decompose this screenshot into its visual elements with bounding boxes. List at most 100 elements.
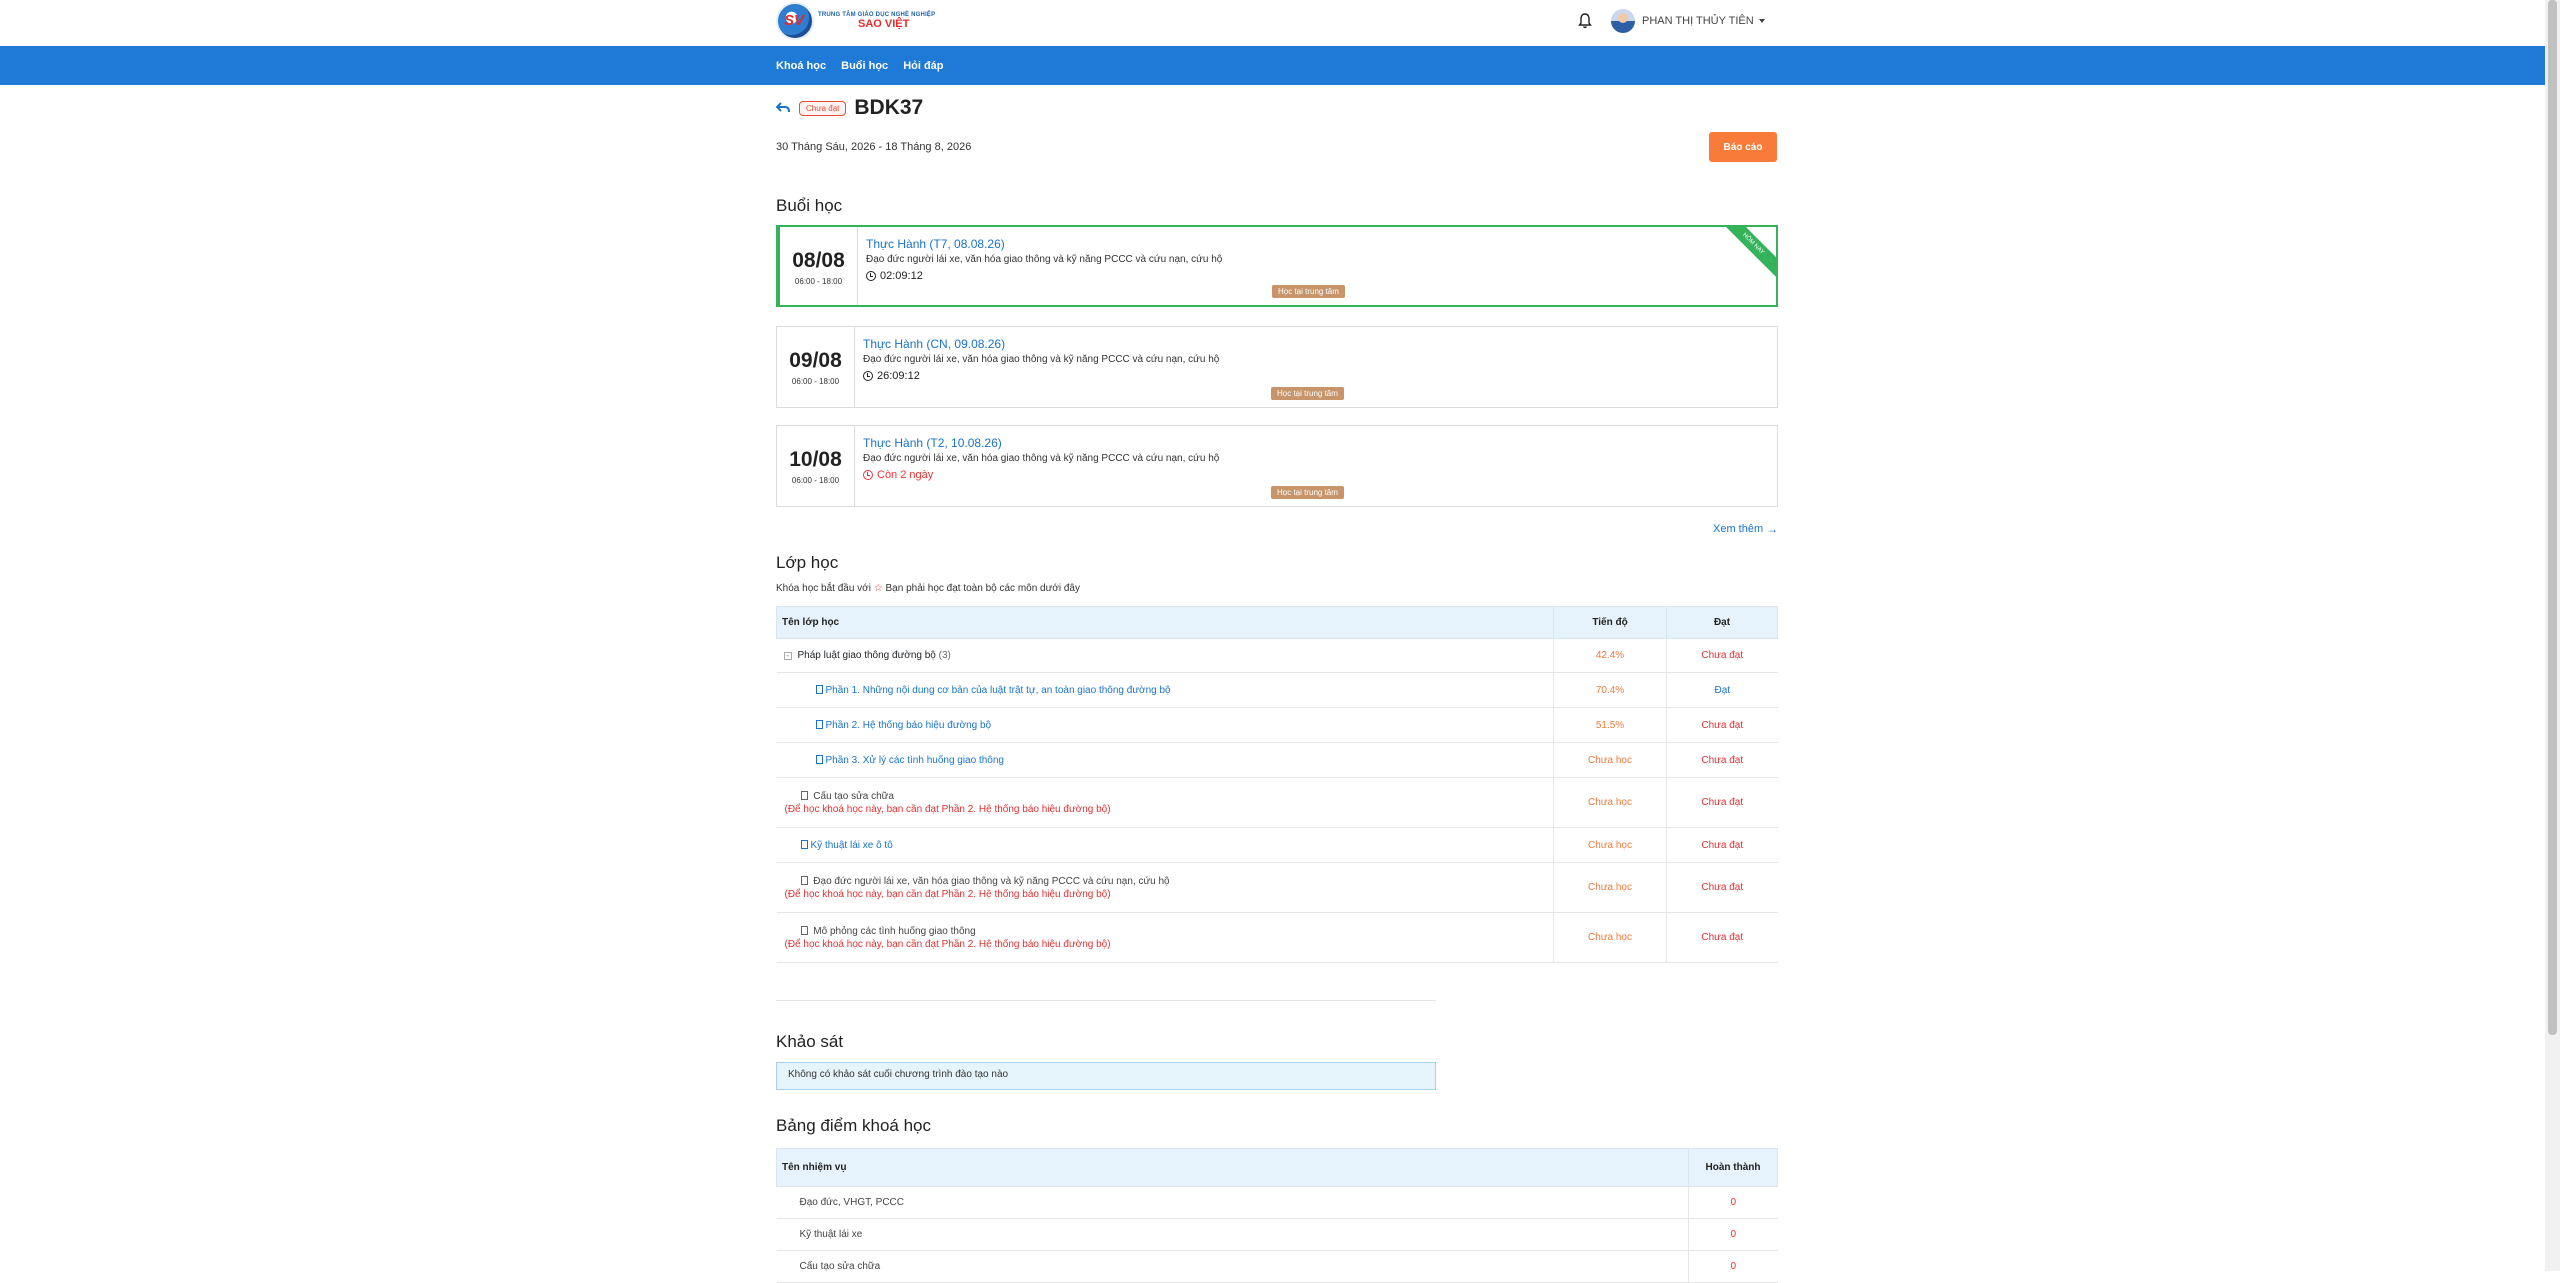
document-icon — [800, 875, 808, 885]
user-menu[interactable]: PHAN THỊ THỦY TIÊN — [1611, 9, 1765, 33]
clock-icon — [863, 371, 873, 381]
grades-table: Tên nhiệm vụ Hoàn thành Đạo đức, VHGT, P… — [776, 1148, 1778, 1283]
class-name-cell[interactable]: Phần 3. Xử lý các tình huống giao thông — [776, 742, 1554, 778]
class-name: Mô phỏng các tình huống giao thông — [813, 925, 976, 937]
session-duration: 02:09:12 — [866, 270, 1222, 282]
session-desc: Đạo đức người lái xe, văn hóa giao thông… — [863, 354, 1220, 365]
class-name-cell: Đạo đức người lái xe, văn hóa giao thông… — [776, 862, 1554, 913]
session-duration-text: Còn 2 ngày — [877, 469, 934, 481]
session-time: 06:00 - 18:00 — [794, 277, 843, 286]
col-class-name: Tên lớp học — [776, 606, 1554, 639]
table-row[interactable]: Phần 3. Xử lý các tình huống giao thông … — [776, 742, 1778, 778]
session-duration-text: 02:09:12 — [880, 270, 923, 282]
progress-cell: Chưa học — [1553, 827, 1667, 863]
document-icon — [815, 719, 823, 729]
status-badge: Chưa đạt — [799, 100, 847, 116]
session-card[interactable]: 10/08 06:00 - 18:00 Thực Hành (T2, 10.08… — [776, 425, 1778, 507]
class-name-cell[interactable]: Phần 2. Hệ thống báo hiệu đường bộ — [776, 707, 1554, 743]
session-title-link[interactable]: Thực Hành (T2, 10.08.26) — [863, 436, 1219, 450]
completed-value: 0 — [1688, 1218, 1778, 1251]
table-row[interactable]: - Pháp luật giao thông đường bộ (3) 42.4%… — [776, 638, 1778, 673]
task-name: Đạo đức, VHGT, PCCC — [776, 1186, 1689, 1219]
col-task-name: Tên nhiệm vụ — [776, 1148, 1689, 1187]
main-nav: Khoá học Buổi học Hỏi đáp — [0, 46, 2545, 85]
table-row: Đạo đức, VHGT, PCCC 0 — [776, 1186, 1778, 1219]
session-desc: Đạo đức người lái xe, văn hóa giao thông… — [863, 453, 1220, 464]
nav-courses[interactable]: Khoá học — [776, 60, 826, 72]
user-name: PHAN THỊ THỦY TIÊN — [1642, 15, 1754, 27]
clock-icon — [866, 271, 876, 281]
document-icon — [800, 925, 808, 935]
session-title-link[interactable]: Thực Hành (CN, 09.08.26) — [863, 337, 1219, 351]
group-cell: - Pháp luật giao thông đường bộ (3) — [776, 638, 1554, 673]
logo-mark: SV — [776, 2, 814, 40]
logo-mark-text: SV — [784, 12, 805, 29]
session-title-link[interactable]: Thực Hành (T7, 08.08.26) — [866, 237, 1222, 251]
classes-table: Tên lớp học Tiến độ Đạt - Pháp luật giao … — [776, 606, 1778, 963]
table-row[interactable]: Phần 2. Hệ thống báo hiệu đường bộ 51.5%… — [776, 707, 1778, 743]
location-badge: Học tại trung tâm — [1271, 387, 1344, 400]
session-day: 08/08 — [792, 249, 845, 272]
result-cell: Chưa đạt — [1666, 742, 1778, 778]
document-icon — [800, 790, 808, 800]
classes-note: Khóa học bắt đầu với ☆ Bạn phải học đạt … — [776, 583, 1080, 594]
clock-icon — [863, 470, 873, 480]
section-divider — [776, 1000, 1436, 1001]
report-button[interactable]: Báo cáo — [1709, 132, 1777, 162]
today-ribbon: HÔM NAY — [1716, 227, 1776, 281]
classes-heading: Lớp học — [776, 553, 839, 572]
progress-cell: Chưa học — [1553, 862, 1667, 913]
document-icon — [815, 754, 823, 764]
progress-cell: 70.4% — [1553, 672, 1667, 708]
brand-logo[interactable]: SV TRUNG TÂM GIÁO DỤC NGHỀ NGHIỆP SAO VI… — [776, 2, 935, 40]
classes-note-before: Khóa học bắt đầu với — [776, 583, 871, 594]
avatar — [1611, 9, 1635, 33]
class-name-cell: Cấu tạo sửa chữa (Để học khoá học này, bạ… — [776, 777, 1554, 828]
class-link[interactable]: Phần 1. Những nội dung cơ bản của luật t… — [826, 685, 1171, 696]
class-link[interactable]: Phần 2. Hệ thống báo hiệu đường bộ — [826, 720, 992, 731]
group-count: (3) — [938, 650, 951, 661]
class-name-cell[interactable]: Phần 1. Những nội dung cơ bản của luật t… — [776, 672, 1554, 708]
see-more-label: Xem thêm — [1713, 523, 1764, 535]
location-badge: Học tại trung tâm — [1272, 285, 1345, 298]
completed-value: 0 — [1688, 1186, 1778, 1219]
session-card[interactable]: 08/08 06:00 - 18:00 Thực Hành (T7, 08.08… — [776, 225, 1778, 307]
class-name: Đạo đức người lái xe, văn hóa giao thông… — [813, 875, 1170, 887]
progress-cell: Chưa học — [1553, 912, 1667, 963]
bell-icon[interactable] — [1578, 13, 1592, 29]
prerequisite-note: (Để học khoá học này, bạn cần đạt Phần 2… — [784, 803, 1111, 815]
table-row[interactable]: Mô phỏng các tình huống giao thông (Để họ… — [776, 912, 1778, 963]
table-row[interactable]: Kỹ thuật lái xe ô tô Chưa học Chưa đạt — [776, 827, 1778, 863]
classes-note-after: Bạn phải học đạt toàn bộ các môn dưới đâ… — [885, 583, 1081, 594]
chevron-down-icon — [1758, 19, 1765, 23]
table-row[interactable]: Đạo đức người lái xe, văn hóa giao thông… — [776, 862, 1778, 913]
page-scrollbar[interactable] — [2545, 0, 2560, 1271]
task-name: Cấu tạo sửa chữa — [776, 1250, 1689, 1283]
class-link[interactable]: Phần 3. Xử lý các tình huống giao thông — [826, 755, 1005, 766]
session-desc: Đạo đức người lái xe, văn hóa giao thông… — [866, 254, 1223, 265]
class-link[interactable]: Kỹ thuật lái xe ô tô — [811, 840, 893, 851]
result-cell: Chưa đạt — [1666, 827, 1778, 863]
see-more-link[interactable]: Xem thêm → — [1713, 522, 1778, 536]
collapse-icon[interactable]: - — [783, 652, 792, 660]
table-row[interactable]: Phần 1. Những nội dung cơ bản của luật t… — [776, 672, 1778, 708]
back-arrow-icon[interactable] — [776, 102, 790, 114]
document-icon — [800, 839, 808, 849]
table-row[interactable]: Cấu tạo sửa chữa (Để học khoá học này, bạ… — [776, 777, 1778, 828]
result-cell: Chưa đạt — [1666, 707, 1778, 743]
arrow-right-icon: → — [1766, 522, 1779, 536]
session-time: 06:00 - 18:00 — [791, 476, 840, 485]
course-title-row: Chưa đạt BDK37 — [776, 96, 923, 120]
session-date: 08/08 06:00 - 18:00 — [780, 227, 858, 305]
session-duration-text: 26:09:12 — [877, 370, 920, 382]
col-result: Đạt — [1666, 606, 1778, 639]
nav-sessions[interactable]: Buổi học — [841, 60, 888, 72]
star-icon: ☆ — [873, 583, 883, 594]
nav-qa[interactable]: Hỏi đáp — [903, 60, 943, 72]
scrollbar-thumb[interactable] — [2548, 0, 2557, 1035]
session-card[interactable]: 09/08 06:00 - 18:00 Thực Hành (CN, 09.08… — [776, 326, 1778, 408]
col-completed: Hoàn thành — [1688, 1148, 1778, 1187]
prerequisite-note: (Để học khoá học này, bạn cần đạt Phần 2… — [784, 888, 1111, 900]
task-name: Kỹ thuật lái xe — [776, 1218, 1689, 1251]
class-name-cell[interactable]: Kỹ thuật lái xe ô tô — [776, 827, 1554, 863]
